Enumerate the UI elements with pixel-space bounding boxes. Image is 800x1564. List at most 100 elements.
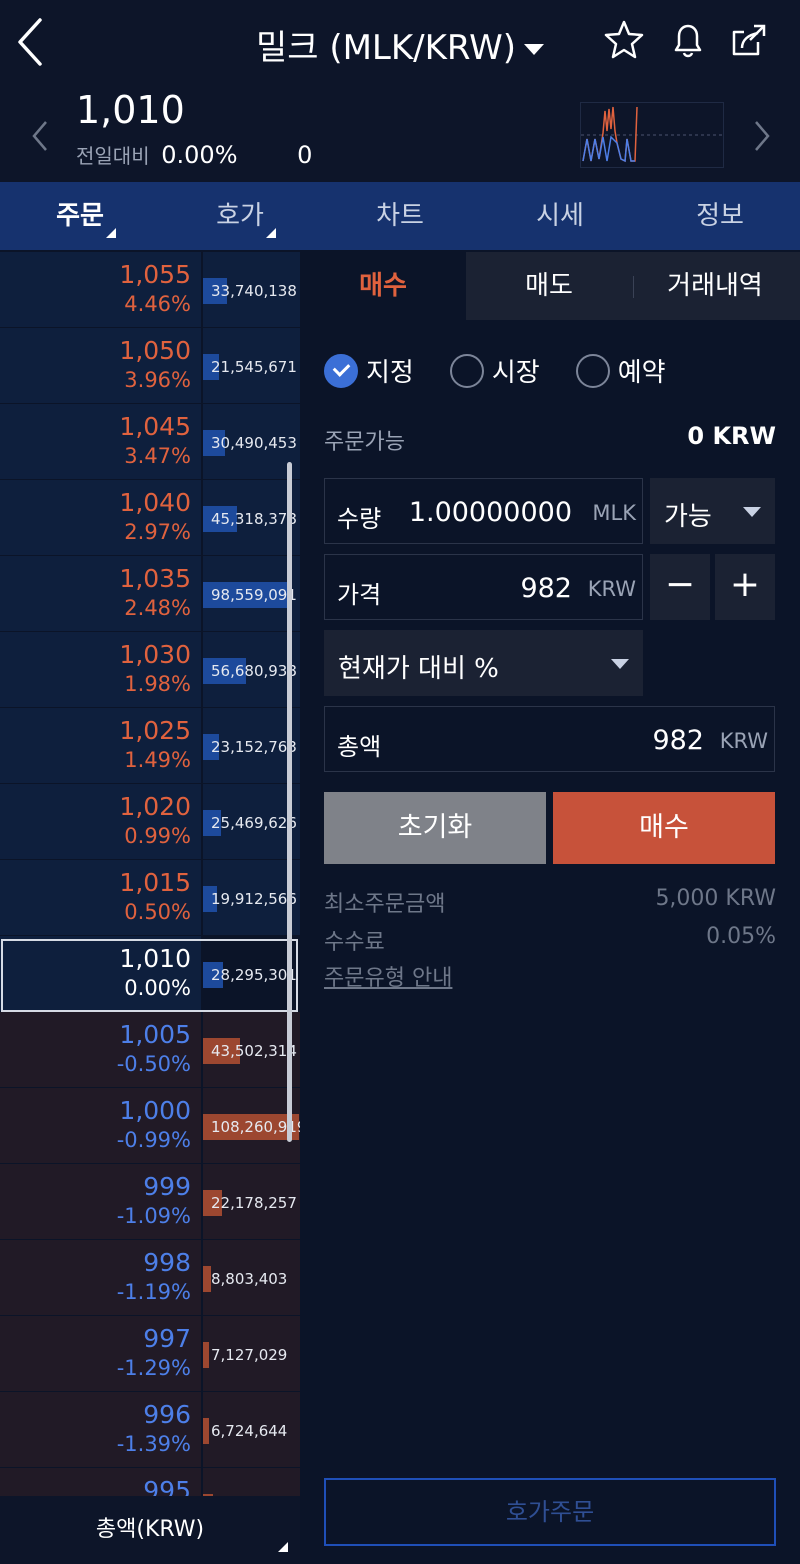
checked-radio-icon xyxy=(324,353,358,388)
radio-icon xyxy=(575,353,610,388)
order-book-row[interactable]: 1,030 1.98% 56,680,938 xyxy=(0,632,300,708)
order-book-row[interactable]: 1,035 2.48% 98,559,091 xyxy=(0,556,300,632)
order-book-row[interactable]: 1,010 0.00% 28,295,301 xyxy=(0,936,300,1012)
quantity-cell[interactable]: 56,680,938 xyxy=(203,632,300,707)
corner-icon xyxy=(266,228,276,238)
quantity-cell[interactable] xyxy=(203,1468,300,1496)
quantity-cell[interactable]: 19,912,566 xyxy=(203,860,300,935)
tab-sell[interactable]: 매도 xyxy=(466,252,632,320)
book-order-button[interactable]: 호가주문 xyxy=(324,1478,776,1546)
price-cell[interactable]: 1,025 1.49% xyxy=(0,708,201,783)
price-cell[interactable]: 1,020 0.99% xyxy=(0,784,201,859)
row-price: 998 xyxy=(143,1248,191,1277)
next-market-icon[interactable] xyxy=(750,116,774,156)
price-cell[interactable]: 1,050 3.96% xyxy=(0,328,201,403)
price-cell[interactable]: 1,040 2.97% xyxy=(0,480,201,555)
min-order-label: 최소주문금액 xyxy=(324,892,446,917)
fee-value: 0.05% xyxy=(706,924,776,949)
row-price: 999 xyxy=(143,1172,191,1201)
quantity-cell[interactable]: 45,318,378 xyxy=(203,480,300,555)
mini-chart[interactable] xyxy=(580,102,724,168)
quantity-dropdown[interactable]: 가능 xyxy=(650,478,775,544)
price-increase-button[interactable]: + xyxy=(715,554,775,620)
order-book-row[interactable]: 995 xyxy=(0,1468,300,1496)
bell-icon[interactable] xyxy=(666,18,710,62)
total-field[interactable]: 총액 982 KRW xyxy=(324,706,775,772)
price-cell[interactable]: 1,030 1.98% xyxy=(0,632,201,707)
order-book-row[interactable]: 1,025 1.49% 23,152,763 xyxy=(0,708,300,784)
quantity-cell[interactable]: 25,469,626 xyxy=(203,784,300,859)
price-cell[interactable]: 995 xyxy=(0,1468,201,1496)
tab-order[interactable]: 주문 xyxy=(0,182,160,250)
order-book[interactable]: 1,055 4.46% 33,740,138 1,050 3.96% 21,545,671… xyxy=(0,252,300,1496)
row-rate: 1.49% xyxy=(124,748,191,772)
buy-button[interactable]: 매수 xyxy=(553,792,775,864)
order-book-row[interactable]: 999 -1.09% 22,178,257 xyxy=(0,1164,300,1240)
order-book-scrollbar[interactable] xyxy=(287,462,292,1142)
share-icon[interactable] xyxy=(728,18,772,62)
price-decrease-button[interactable]: − xyxy=(650,554,710,620)
quantity-cell[interactable]: 98,559,091 xyxy=(203,556,300,631)
tab-label: 매수 xyxy=(359,271,407,301)
tab-orderbook[interactable]: 호가 xyxy=(160,182,320,250)
reset-button[interactable]: 초기화 xyxy=(324,792,546,864)
order-type-guide-link[interactable]: 주문유형 안내 xyxy=(324,960,452,992)
price-field[interactable]: 가격 982 KRW xyxy=(324,554,643,620)
order-book-row[interactable]: 1,050 3.96% 21,545,671 xyxy=(0,328,300,404)
price-cell[interactable]: 1,015 0.50% xyxy=(0,860,201,935)
quantity-cell[interactable]: 7,127,029 xyxy=(203,1316,300,1391)
row-price: 1,025 xyxy=(119,716,191,745)
tab-label: 거래내역 xyxy=(667,271,763,301)
price-cell[interactable]: 1,045 3.47% xyxy=(0,404,201,479)
order-book-row[interactable]: 997 -1.29% 7,127,029 xyxy=(0,1316,300,1392)
price-cell[interactable]: 1,000 -0.99% xyxy=(0,1088,201,1163)
order-book-row[interactable]: 1,020 0.99% 25,469,626 xyxy=(0,784,300,860)
order-book-row[interactable]: 1,005 -0.50% 43,502,314 xyxy=(0,1012,300,1088)
prev-market-icon[interactable] xyxy=(28,116,52,156)
quantity-cell[interactable]: 21,545,671 xyxy=(203,328,300,403)
percent-dropdown[interactable]: 현재가 대비 % xyxy=(324,630,643,696)
quantity-cell[interactable]: 33,740,138 xyxy=(203,252,300,327)
quantity-cell[interactable]: 28,295,301 xyxy=(203,936,300,1011)
quantity-cell[interactable]: 6,724,644 xyxy=(203,1392,300,1467)
price-cell[interactable]: 998 -1.19% xyxy=(0,1240,201,1315)
quantity-cell[interactable]: 30,490,453 xyxy=(203,404,300,479)
tab-buy[interactable]: 매수 xyxy=(300,252,466,320)
quantity-cell[interactable]: 108,260,919 xyxy=(203,1088,300,1163)
order-book-row[interactable]: 1,040 2.97% 45,318,378 xyxy=(0,480,300,556)
price-cell[interactable]: 996 -1.39% xyxy=(0,1392,201,1467)
row-quantity: 30,490,453 xyxy=(211,434,297,452)
price-cell[interactable]: 1,005 -0.50% xyxy=(0,1012,201,1087)
row-rate: -1.19% xyxy=(116,1280,191,1304)
quantity-cell[interactable]: 22,178,257 xyxy=(203,1164,300,1239)
star-icon[interactable] xyxy=(602,18,646,62)
tab-divider xyxy=(633,276,634,298)
order-type-reserve[interactable]: 예약 xyxy=(575,352,666,389)
quantity-cell[interactable]: 8,803,403 xyxy=(203,1240,300,1315)
quantity-field[interactable]: 수량 1.00000000 MLK xyxy=(324,478,643,544)
price-cell[interactable]: 1,010 0.00% xyxy=(0,936,201,1011)
tab-trades[interactable]: 시세 xyxy=(480,182,640,250)
price-cell[interactable]: 1,055 4.46% xyxy=(0,252,201,327)
tab-info[interactable]: 정보 xyxy=(640,182,800,250)
order-book-row[interactable]: 998 -1.19% 8,803,403 xyxy=(0,1240,300,1316)
quantity-cell[interactable]: 23,152,763 xyxy=(203,708,300,783)
price-cell[interactable]: 997 -1.29% xyxy=(0,1316,201,1391)
order-book-row[interactable]: 1,055 4.46% 33,740,138 xyxy=(0,252,300,328)
order-type-limit[interactable]: 지정 xyxy=(324,352,414,389)
total-unit: KRW xyxy=(719,729,768,753)
order-book-row[interactable]: 1,045 3.47% 30,490,453 xyxy=(0,404,300,480)
quantity-cell[interactable]: 43,502,314 xyxy=(203,1012,300,1087)
price-cell[interactable]: 1,035 2.48% xyxy=(0,556,201,631)
corner-icon xyxy=(106,228,116,238)
price-cell[interactable]: 999 -1.09% xyxy=(0,1164,201,1239)
order-type-market[interactable]: 시장 xyxy=(449,352,540,389)
order-book-row[interactable]: 996 -1.39% 6,724,644 xyxy=(0,1392,300,1468)
order-book-footer[interactable]: 총액(KRW) xyxy=(0,1496,300,1564)
tab-chart[interactable]: 차트 xyxy=(320,182,480,250)
order-book-row[interactable]: 1,000 -0.99% 108,260,919 xyxy=(0,1088,300,1164)
tab-history[interactable]: 거래내역 xyxy=(632,252,798,320)
order-book-row[interactable]: 1,015 0.50% 19,912,566 xyxy=(0,860,300,936)
tab-label: 매도 xyxy=(525,271,573,301)
row-rate: 2.97% xyxy=(124,520,191,544)
